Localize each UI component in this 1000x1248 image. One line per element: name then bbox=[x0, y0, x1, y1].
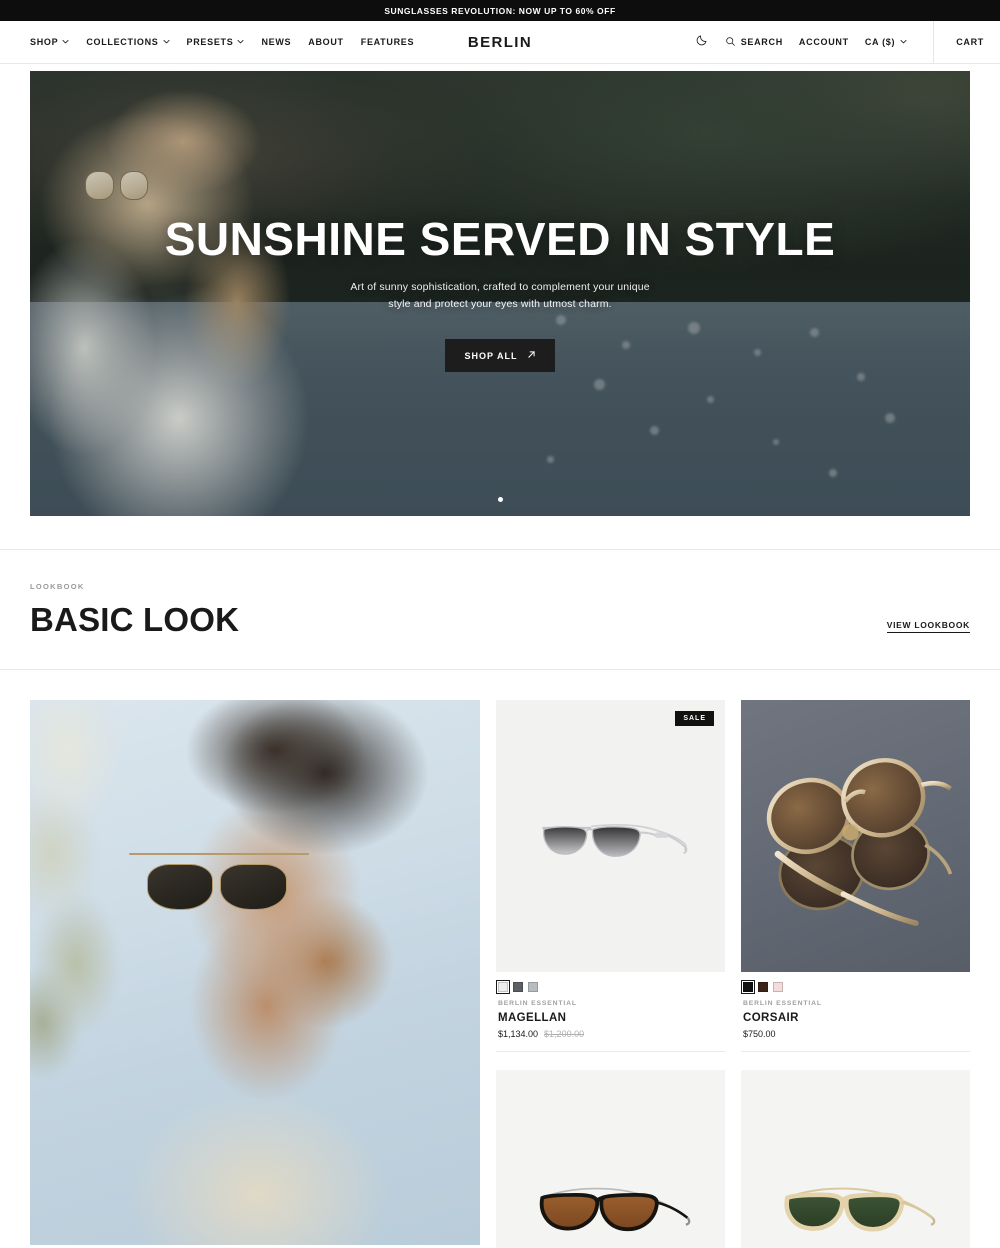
product-card-corsair[interactable]: BERLIN ESSENTIAL CORSAIR $750.00 bbox=[740, 700, 970, 1052]
account-button[interactable]: ACCOUNT bbox=[799, 37, 849, 47]
arrow-up-right-icon bbox=[527, 350, 536, 361]
product-row-2 bbox=[496, 1070, 970, 1248]
lookbook-product-grid: SALE BERLIN ESSENTIAL MAGELLAN $1,134.00… bbox=[0, 670, 1000, 1248]
chevron-down-icon bbox=[237, 38, 245, 45]
search-label: SEARCH bbox=[740, 37, 783, 47]
lookbook-image-card[interactable] bbox=[30, 700, 480, 1245]
product-price: $1,134.00 bbox=[498, 1029, 539, 1039]
product-image-corsair[interactable] bbox=[741, 700, 970, 972]
search-button[interactable]: SEARCH bbox=[725, 36, 783, 49]
view-lookbook-link[interactable]: VIEW LOOKBOOK bbox=[886, 620, 970, 633]
product-image-next-2[interactable] bbox=[741, 1070, 970, 1248]
product-card-next-1[interactable] bbox=[496, 1070, 725, 1248]
product-price: $750.00 bbox=[743, 1029, 776, 1039]
product-title[interactable]: MAGELLAN bbox=[498, 1012, 723, 1024]
section-eyebrow: LOOKBOOK bbox=[30, 582, 85, 591]
nav-item-about[interactable]: ABOUT bbox=[308, 37, 344, 47]
primary-navigation: SHOP COLLECTIONS PRESETS NEWS ABOUT FEAT… bbox=[30, 37, 414, 47]
product-title[interactable]: CORSAIR bbox=[743, 1012, 968, 1024]
header-divider bbox=[933, 20, 935, 64]
cart-button[interactable]: CART bbox=[956, 37, 984, 47]
page-title: BASIC LOOK bbox=[30, 601, 240, 638]
theme-toggle-button[interactable] bbox=[696, 33, 709, 51]
product-row-1: SALE BERLIN ESSENTIAL MAGELLAN $1,134.00… bbox=[495, 700, 970, 1052]
announcement-text: SUNGLASSES REVOLUTION: NOW UP TO 60% OFF bbox=[384, 5, 616, 16]
hero-subtitle: Art of sunny sophistication, crafted to … bbox=[350, 281, 650, 311]
product-info-corsair: BERLIN ESSENTIAL CORSAIR $750.00 bbox=[740, 972, 970, 1052]
product-image-magellan[interactable]: SALE bbox=[496, 700, 725, 972]
search-icon bbox=[725, 36, 736, 49]
hero-section-wrapper: SUNSHINE SERVED IN STYLE Art of sunny so… bbox=[0, 64, 1000, 516]
hero-content: SUNSHINE SERVED IN STYLE Art of sunny so… bbox=[30, 71, 970, 516]
hero-title: SUNSHINE SERVED IN STYLE bbox=[164, 212, 836, 265]
product-image-next-1[interactable] bbox=[496, 1070, 725, 1248]
lookbook-sunglasses-bridge bbox=[129, 852, 309, 855]
nav-item-presets[interactable]: PRESETS bbox=[187, 37, 245, 47]
nav-label-news: NEWS bbox=[261, 37, 292, 47]
product-card-next-2[interactable] bbox=[741, 1070, 970, 1248]
swatch-option[interactable] bbox=[513, 982, 523, 992]
sunglasses-silver-gradient-icon bbox=[541, 824, 687, 858]
swatch-option[interactable] bbox=[495, 979, 511, 995]
status-badge: SALE bbox=[675, 711, 714, 726]
utility-navigation: SEARCH ACCOUNT CA ($) CART bbox=[696, 20, 984, 64]
color-swatches-corsair bbox=[740, 979, 968, 995]
swatch-option[interactable] bbox=[528, 982, 538, 992]
sunglasses-black-brown-lens-icon bbox=[539, 1188, 690, 1232]
cart-label: CART bbox=[956, 37, 984, 47]
shop-all-button[interactable]: SHOP ALL bbox=[445, 339, 555, 373]
chevron-down-icon bbox=[900, 38, 907, 45]
nav-item-shop[interactable]: SHOP bbox=[30, 37, 69, 47]
chevron-down-icon bbox=[62, 38, 69, 45]
sunglasses-gold-brown-icon bbox=[766, 758, 952, 926]
lookbook-sunglasses bbox=[147, 863, 287, 910]
product-info-magellan: BERLIN ESSENTIAL MAGELLAN $1,134.00 $1,2… bbox=[495, 972, 725, 1052]
account-label: ACCOUNT bbox=[798, 37, 849, 47]
lookbook-section-header: LOOKBOOK BASIC LOOK VIEW LOOKBOOK bbox=[0, 550, 1000, 670]
nav-label-shop: SHOP bbox=[30, 37, 59, 47]
nav-label-collections: COLLECTIONS bbox=[86, 37, 159, 47]
product-vendor: BERLIN ESSENTIAL bbox=[743, 1000, 822, 1007]
lookbook-model bbox=[93, 700, 480, 1245]
product-compare-at-price: $1,200.00 bbox=[544, 1029, 585, 1039]
color-swatches-magellan bbox=[495, 979, 723, 995]
nav-item-news[interactable]: NEWS bbox=[261, 37, 291, 47]
lookbook-heading-group: LOOKBOOK BASIC LOOK bbox=[30, 582, 239, 639]
nav-label-presets: PRESETS bbox=[186, 37, 234, 47]
currency-label: CA ($) bbox=[864, 37, 896, 47]
nav-label-features: FEATURES bbox=[360, 37, 415, 47]
hero-banner: SUNSHINE SERVED IN STYLE Art of sunny so… bbox=[30, 71, 970, 516]
product-price-group: $750.00 bbox=[743, 1029, 968, 1039]
nav-label-about: ABOUT bbox=[308, 37, 344, 47]
swatch-option[interactable] bbox=[740, 979, 756, 995]
sunglasses-champagne-green-lens-icon bbox=[783, 1188, 935, 1232]
shop-all-label: SHOP ALL bbox=[464, 350, 518, 361]
product-vendor: BERLIN ESSENTIAL bbox=[498, 1000, 577, 1007]
hero-carousel-pagination[interactable] bbox=[30, 497, 970, 502]
product-list: SALE BERLIN ESSENTIAL MAGELLAN $1,134.00… bbox=[495, 700, 970, 1248]
nav-item-features[interactable]: FEATURES bbox=[361, 37, 414, 47]
site-header: SHOP COLLECTIONS PRESETS NEWS ABOUT FEAT… bbox=[0, 20, 1000, 64]
nav-item-collections[interactable]: COLLECTIONS bbox=[86, 37, 170, 47]
product-price-group: $1,134.00 $1,200.00 bbox=[498, 1029, 723, 1039]
swatch-option[interactable] bbox=[758, 982, 768, 992]
moon-icon bbox=[696, 33, 709, 51]
currency-selector[interactable]: CA ($) bbox=[865, 37, 907, 47]
swatch-option[interactable] bbox=[773, 982, 783, 992]
announcement-bar: SUNGLASSES REVOLUTION: NOW UP TO 60% OFF bbox=[0, 0, 1000, 21]
product-card-magellan[interactable]: SALE BERLIN ESSENTIAL MAGELLAN $1,134.00… bbox=[495, 700, 725, 1052]
carousel-dot-1[interactable] bbox=[497, 497, 503, 502]
chevron-down-icon bbox=[162, 38, 170, 45]
logo-text: BERLIN bbox=[467, 33, 533, 51]
